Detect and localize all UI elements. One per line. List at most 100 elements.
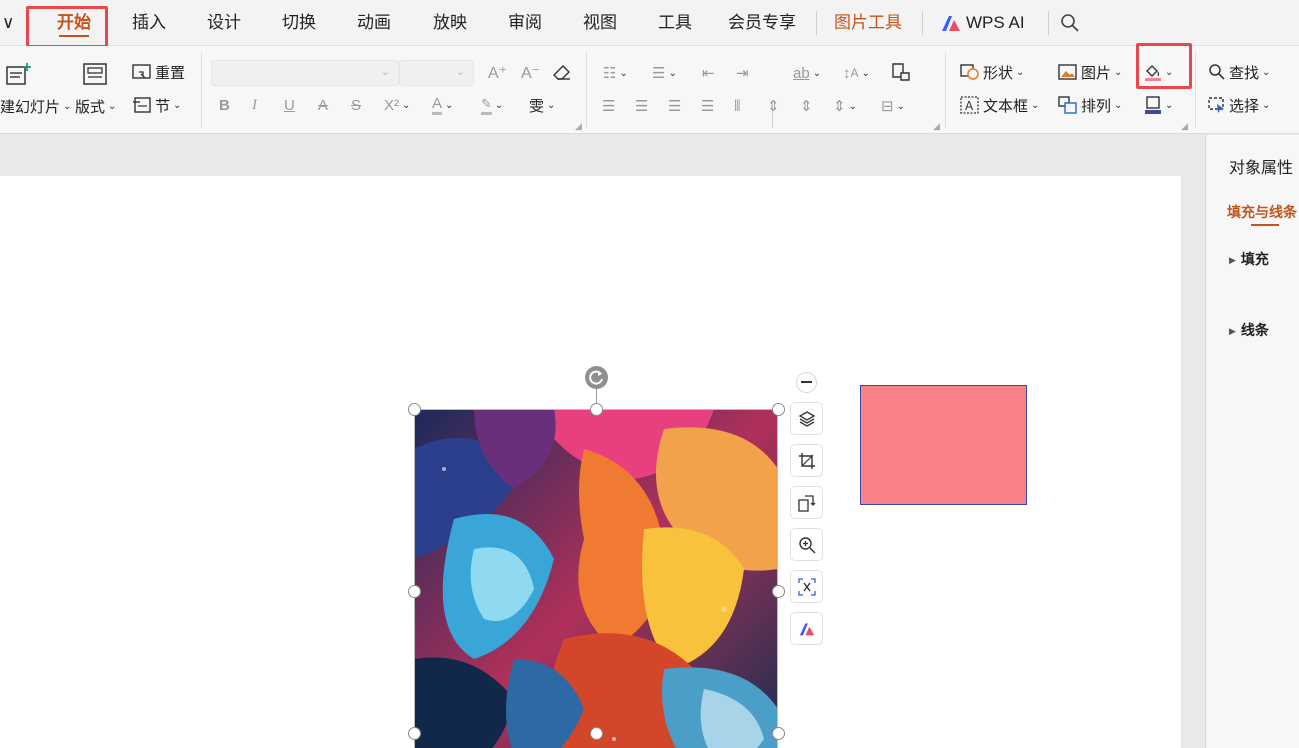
numbered-list-icon: ☰: [652, 65, 666, 82]
resize-handle-left[interactable]: [408, 585, 421, 598]
vertical-align-button[interactable]: ⊟ ⌄: [881, 95, 905, 117]
rotate-handle[interactable]: [585, 366, 608, 389]
resize-handle-top-right[interactable]: [772, 403, 785, 416]
resize-handle-bottom-right[interactable]: [772, 727, 785, 740]
arrange-button[interactable]: 排列 ⌄: [1058, 94, 1122, 116]
tab-wps-ai[interactable]: WPS AI: [966, 0, 1025, 46]
section-icon: [133, 97, 151, 113]
font-size-combo[interactable]: ⌄: [399, 60, 474, 86]
resize-handle-right[interactable]: [772, 585, 785, 598]
tab-animation[interactable]: 动画: [357, 0, 391, 46]
new-slide-button[interactable]: 建幻灯片 ⌄: [0, 95, 71, 117]
tab-tools[interactable]: 工具: [658, 0, 692, 46]
expand-triangle-icon: ▶: [1229, 326, 1236, 336]
tab-review[interactable]: 审阅: [508, 0, 542, 46]
strikethrough-button[interactable]: A: [318, 94, 328, 116]
collapse-ribbon-button[interactable]: ∨: [2, 0, 14, 46]
zoom-picture-button[interactable]: [790, 528, 823, 561]
replace-picture-button[interactable]: [790, 486, 823, 519]
fill-section-label: 填充: [1240, 251, 1269, 267]
underline-button[interactable]: U: [284, 94, 295, 116]
tab-insert[interactable]: 插入: [132, 0, 166, 46]
phonetic-guide-button[interactable]: 雯 ⌄: [529, 94, 555, 116]
grow-font-icon[interactable]: A⁺: [488, 62, 507, 84]
layout-button[interactable]: 版式 ⌄: [75, 95, 116, 117]
distributed-icon[interactable]: ⦀: [734, 95, 741, 117]
decrease-indent-icon[interactable]: ⇤: [702, 62, 715, 84]
spacing-options-icon: ⇕: [833, 98, 846, 115]
bullet-list-button[interactable]: ☷ ⌄: [603, 62, 628, 84]
tab-transitions[interactable]: 切换: [282, 0, 316, 46]
superscript-button[interactable]: X² ⌄: [384, 94, 410, 116]
tab-home[interactable]: 开始: [57, 0, 91, 46]
arrange-label: 排列: [1081, 97, 1112, 115]
align-right-icon[interactable]: ☰: [668, 95, 681, 117]
expand-triangle-icon: ▶: [1229, 255, 1236, 265]
align-left-icon[interactable]: ☰: [602, 95, 615, 117]
line-section-header[interactable]: ▶ 线条: [1229, 320, 1269, 340]
bold-button[interactable]: B: [219, 94, 230, 116]
layout-icon[interactable]: [82, 62, 108, 86]
numbered-list-button[interactable]: ☰ ⌄: [652, 62, 677, 84]
text-shadow-button[interactable]: S: [351, 94, 361, 116]
picture-button[interactable]: 图片 ⌄: [1058, 61, 1122, 83]
textbox-icon: A: [960, 96, 979, 114]
clear-format-icon[interactable]: [552, 63, 572, 81]
replace-picture-icon: [797, 494, 815, 512]
fill-section-header[interactable]: ▶ 填充: [1229, 249, 1269, 269]
section-label: 节: [155, 97, 171, 115]
reset-button[interactable]: 重置: [132, 61, 185, 83]
outline-color-button[interactable]: ⌄: [1144, 94, 1173, 116]
wps-ai-logo-icon: [942, 16, 960, 31]
tab-member[interactable]: 会员专享: [728, 0, 796, 46]
para-spacing-icon[interactable]: ⇕: [767, 95, 780, 117]
layers-button[interactable]: [790, 402, 823, 435]
font-color-button[interactable]: A ⌄: [432, 94, 453, 116]
tab-design[interactable]: 设计: [207, 0, 241, 46]
italic-button[interactable]: I: [252, 94, 257, 116]
tab-picture-tools[interactable]: 图片工具: [834, 0, 902, 46]
text-direction-label: ab: [793, 64, 810, 82]
align-center-icon[interactable]: ☰: [635, 95, 648, 117]
increase-indent-icon[interactable]: ⇥: [736, 62, 749, 84]
section-button[interactable]: 节 ⌄: [132, 94, 181, 116]
find-button[interactable]: 查找 ⌄: [1208, 61, 1270, 83]
drawing-dialog-launcher-icon[interactable]: ◢: [1181, 121, 1188, 132]
spacing-options-button[interactable]: ⇕ ⌄: [833, 95, 857, 117]
fill-color-button[interactable]: ⌄: [1144, 61, 1173, 83]
slide[interactable]: [0, 176, 1181, 748]
resize-handle-top-left[interactable]: [408, 403, 421, 416]
resize-handle-bottom-left[interactable]: [408, 727, 421, 740]
search-icon[interactable]: [1060, 13, 1080, 33]
text-direction-button[interactable]: ab ⌄: [793, 62, 821, 84]
crop-button[interactable]: [790, 444, 823, 477]
font-dialog-launcher-icon[interactable]: ◢: [575, 121, 582, 132]
reset-icon: [132, 64, 151, 79]
wps-ai-quick-button[interactable]: [790, 612, 823, 645]
superscript-label: X²: [384, 96, 399, 114]
tab-slideshow[interactable]: 放映: [433, 0, 467, 46]
shrink-font-icon[interactable]: A⁻: [521, 62, 540, 84]
tab-fill-and-line[interactable]: 填充与线条: [1227, 202, 1297, 222]
shape-button[interactable]: 形状 ⌄: [960, 61, 1024, 83]
line-spacing-button[interactable]: ↕ A ⌄: [843, 62, 870, 84]
justify-icon[interactable]: ☰: [701, 95, 714, 117]
select-button[interactable]: 选择 ⌄: [1208, 94, 1270, 116]
collapse-toolbar-button[interactable]: [796, 372, 817, 393]
selected-picture[interactable]: [414, 409, 778, 748]
highlight-color-button[interactable]: ✎ ⌄: [481, 94, 503, 116]
resize-handle-bottom[interactable]: [590, 727, 603, 740]
extract-text-icon: [797, 577, 816, 596]
tab-view[interactable]: 视图: [583, 0, 617, 46]
resize-handle-top[interactable]: [590, 403, 603, 416]
paragraph-dialog-launcher-icon[interactable]: ◢: [933, 121, 940, 132]
tab-divider: [1048, 11, 1049, 35]
font-name-combo[interactable]: ⌄: [211, 60, 399, 86]
convert-smartart-icon[interactable]: [890, 62, 912, 82]
new-slide-icon[interactable]: [6, 62, 32, 86]
pink-rectangle-shape[interactable]: [860, 385, 1027, 505]
extract-text-button[interactable]: [790, 570, 823, 603]
textbox-button[interactable]: A 文本框 ⌄: [960, 94, 1039, 116]
select-icon: [1208, 97, 1224, 113]
line-spacing-icon[interactable]: ⇕: [800, 95, 813, 117]
